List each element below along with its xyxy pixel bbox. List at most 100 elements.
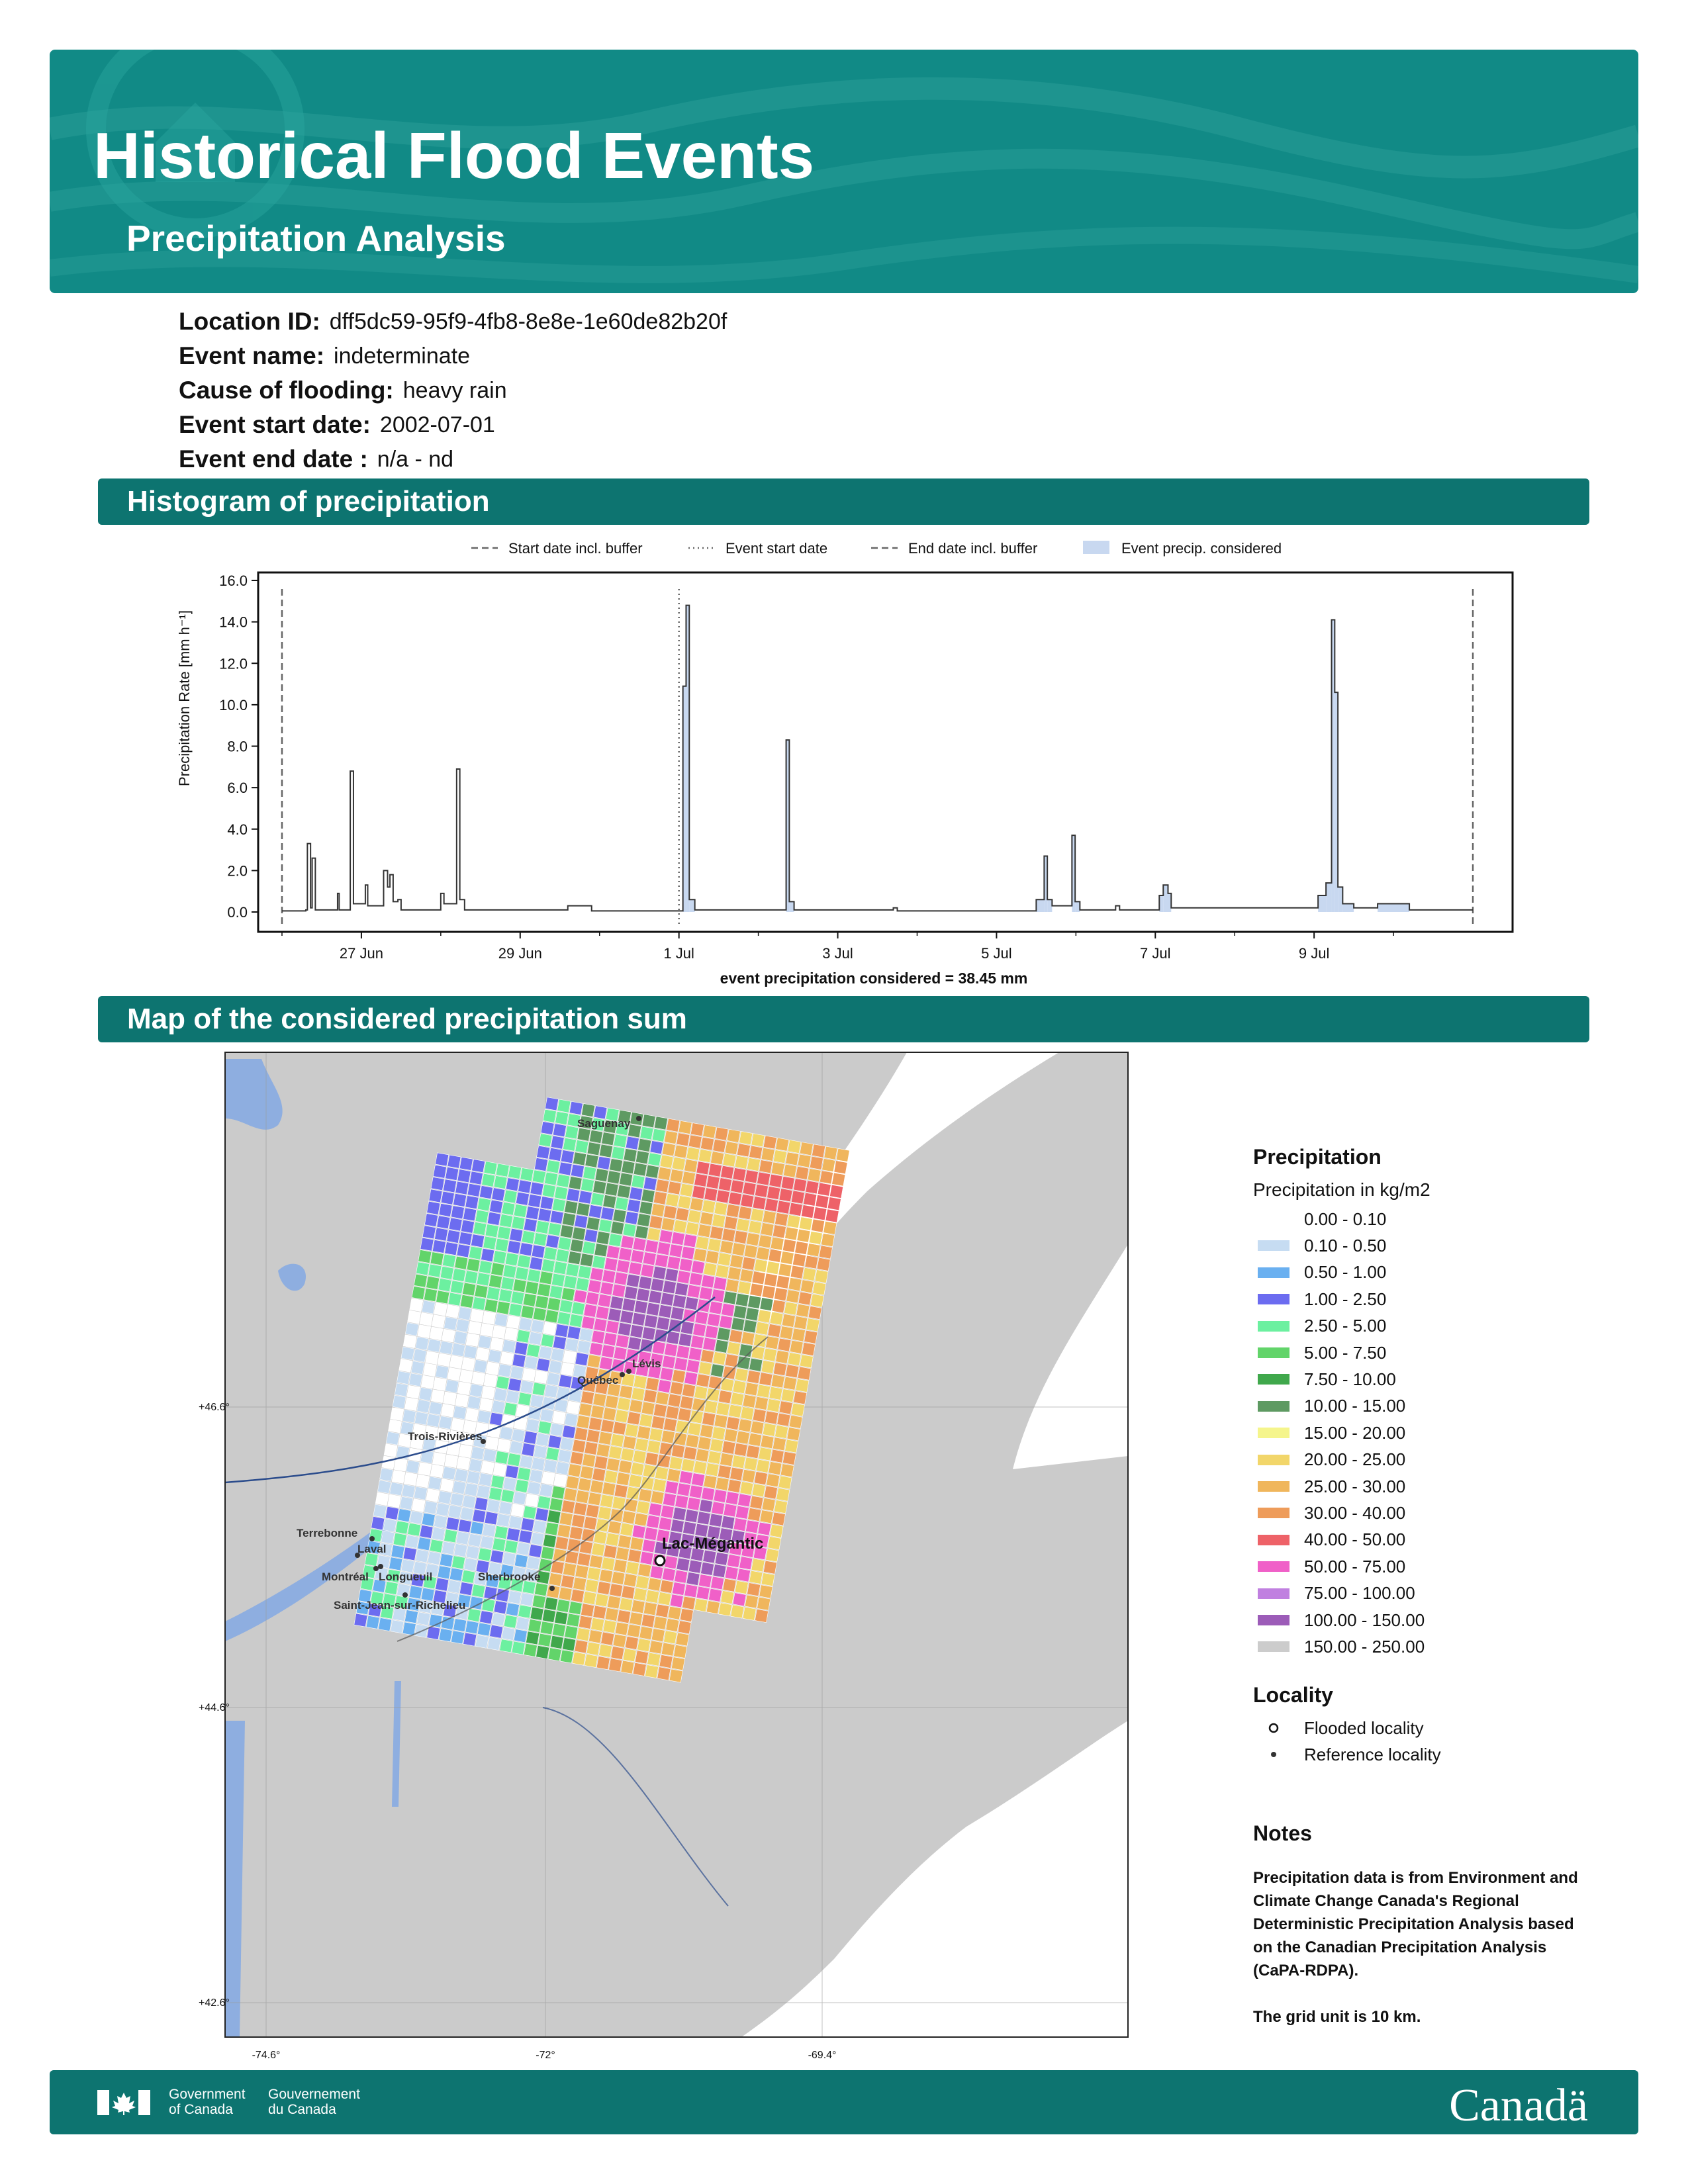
precip-cell [438,1278,452,1293]
precip-cell [587,1279,602,1294]
precip-cell [562,1637,576,1652]
precip-cell [507,1453,521,1467]
precip-cell [465,1333,480,1347]
precip-cell [675,1632,690,1647]
precip-cell [817,1182,831,1197]
precip-cell [444,1529,458,1543]
precip-cell [684,1371,698,1386]
precip-cell [763,1347,777,1362]
precip-cell [576,1415,590,1429]
precip-cell [512,1491,527,1506]
flooded-locality-icon [1268,1723,1279,1733]
considered-precip-bar [1075,901,1080,912]
precip-cell [506,1602,520,1617]
precip-cell [679,1257,693,1272]
precip-cell [734,1155,749,1169]
precip-cell [641,1189,655,1203]
precip-cell [412,1348,427,1363]
precip-cell [641,1114,656,1128]
considered-precip-bar [1378,903,1410,912]
precip-cell [759,1584,773,1599]
precip-cell [577,1127,591,1142]
precip-cell [522,1293,537,1307]
precip-cell [649,1640,663,1655]
svg-text:Terrebonne: Terrebonne [297,1527,357,1539]
precip-cell [753,1471,768,1485]
precip-cell [583,1591,597,1606]
precip-cell [756,1246,770,1261]
precip-cell [552,1410,566,1425]
y-tick-label: 6.0 [227,780,248,796]
precip-cell [416,1399,431,1414]
precip-cell [663,1492,677,1507]
precip-cell [542,1109,557,1123]
precip-cell [592,1467,606,1482]
precip-cell [553,1336,567,1350]
precip-cell [394,1383,408,1397]
precip-cell [618,1247,633,1261]
precip-cell [790,1265,804,1279]
precip-cell [474,1496,489,1511]
precip-cell [747,1370,761,1384]
precip-cell [574,1639,588,1654]
precip-cell [686,1496,701,1511]
precip-cell [755,1396,769,1410]
precip-cell [663,1418,677,1432]
precip-cell [647,1577,662,1592]
precip-cell [547,1222,562,1236]
precip-cell [748,1432,763,1447]
precip-cell [682,1171,696,1185]
precip-cell [641,1326,656,1341]
precip-cell [411,1286,426,1300]
precip-cell [390,1407,404,1422]
precip-cell [702,1199,716,1214]
precip-cell [622,1298,636,1312]
precip-cell [624,1636,639,1650]
precip-cell [569,1451,584,1465]
precip-cell [734,1580,749,1594]
precip-cell [508,1165,522,1179]
precip-cell [500,1489,515,1503]
precip-cell [406,1385,421,1399]
svg-text:Longueuil: Longueuil [379,1570,432,1583]
precip-cell [553,1123,567,1138]
precip-cell [424,1288,438,1302]
precip-cell [467,1183,481,1197]
precip-cell [373,1504,387,1518]
precip-cell [406,1459,420,1474]
precip-cell [486,1287,500,1300]
precip-cell [524,1355,538,1370]
legend-label: Event precip. considered [1121,540,1282,557]
precip-cell [780,1463,794,1478]
precip-cell [447,1154,461,1169]
precip-cell [678,1333,692,1347]
precip-cell [770,1449,784,1463]
precip-cell [527,1481,541,1496]
precip-cell [465,1408,479,1422]
precip-cell [428,1401,443,1416]
precip-cell [536,1432,550,1447]
precip-cell [585,1504,600,1518]
precip-cell [716,1402,730,1416]
precip-cell [732,1592,747,1607]
precip-cell [759,1160,773,1174]
precip-cell [449,1492,464,1507]
precip-cell [792,1253,806,1267]
precip-cell [468,1246,483,1260]
precip-cell [732,1380,747,1394]
precip-cell [494,1450,509,1465]
precip-cell [607,1595,621,1610]
precip-cell [506,1315,520,1330]
precip-cell [705,1463,720,1477]
precip-cell [536,1357,551,1372]
precip-cell [697,1436,712,1451]
precip-cell [549,1635,564,1649]
precip-cell [393,1532,407,1547]
precip-cell [747,1158,761,1171]
y-tick-label: 12.0 [219,655,248,672]
precip-cell [706,1388,720,1402]
precip-cell [700,1424,714,1438]
precip-cell [766,1261,780,1275]
precip-cell [629,1612,643,1626]
precip-cell [581,1103,595,1118]
